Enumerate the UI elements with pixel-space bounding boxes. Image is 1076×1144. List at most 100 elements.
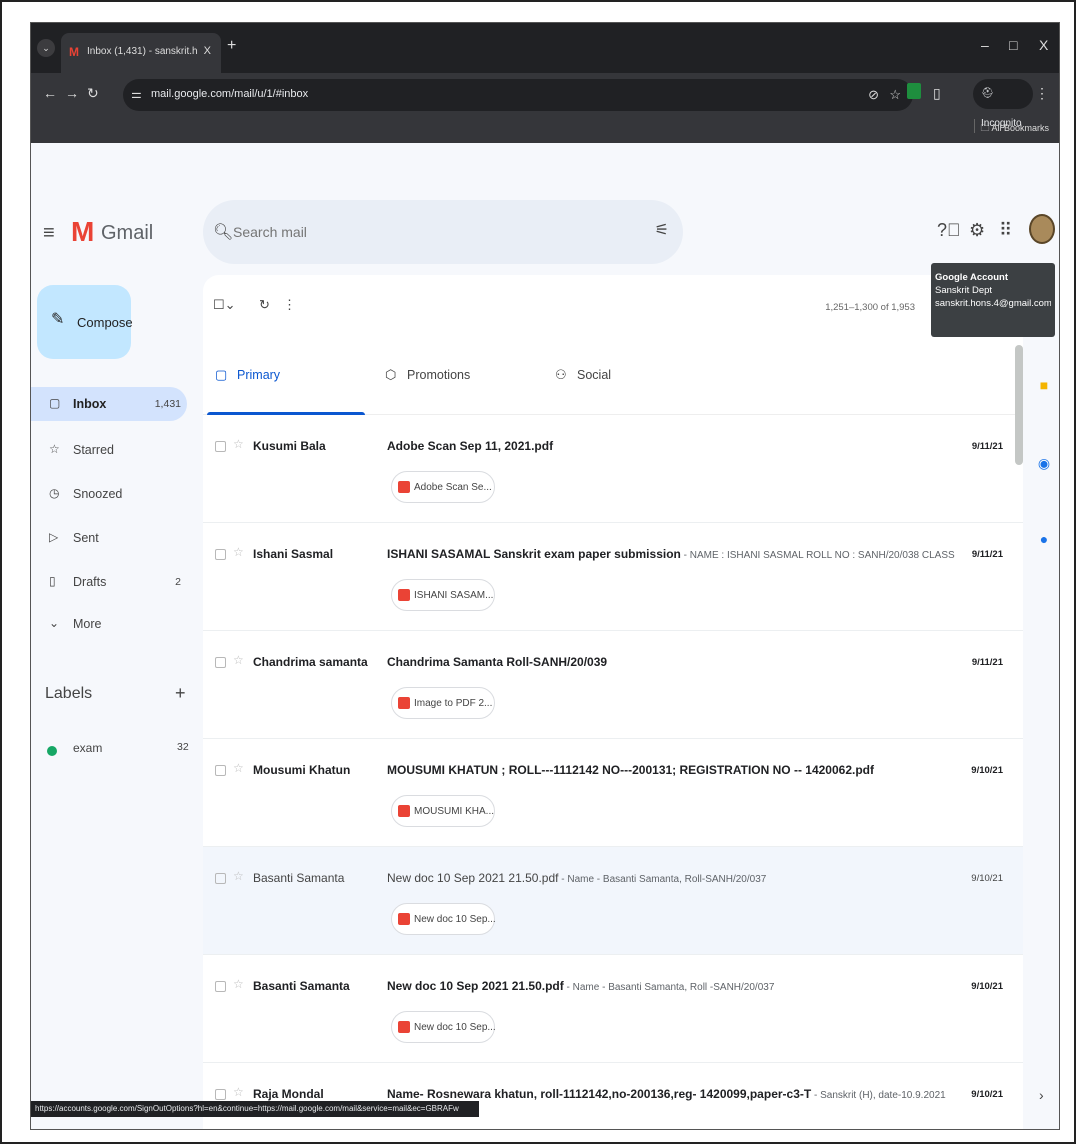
incognito-badge[interactable]: ⛑ Incognito xyxy=(973,79,1033,129)
address-bar[interactable]: ⚌ mail.google.com/mail/u/1/#inbox ⊘ ☆ xyxy=(123,79,913,111)
sender-name: Mousumi Khatun xyxy=(253,763,351,777)
new-tab-button[interactable]: + xyxy=(227,37,236,55)
tab-search-icon[interactable]: ⌄ xyxy=(37,39,55,57)
row-checkbox[interactable] xyxy=(215,1089,226,1100)
star-icon[interactable]: ☆ xyxy=(233,977,244,991)
table-row[interactable]: ☆ Basanti Samanta New doc 10 Sep 2021 21.5… xyxy=(203,955,1023,1063)
tab-social[interactable]: ⚇ Social xyxy=(543,335,723,415)
back-icon[interactable]: ← xyxy=(43,85,57,101)
help-icon[interactable]: ?⃝ xyxy=(937,220,961,241)
sidebar-item-exam[interactable]: exam xyxy=(73,741,102,755)
draft-count: 2 xyxy=(175,576,181,588)
bookmarks-divider xyxy=(974,119,975,133)
keep-icon[interactable]: ■ xyxy=(1035,377,1053,397)
avatar[interactable] xyxy=(1029,214,1055,244)
sidebar-item-drafts[interactable]: ▯ Drafts 2 xyxy=(31,565,187,599)
search-icon[interactable]: 🔍︎ xyxy=(213,222,233,242)
date: 9/10/21 xyxy=(971,1089,1003,1100)
row-checkbox[interactable] xyxy=(215,549,226,560)
gmail-header: ≡ M Gmail 🔍︎ ⚟ ?⃝ ⚙ ⠿ xyxy=(31,186,1059,266)
tag-icon: ⬡ xyxy=(385,367,397,382)
more-options-icon[interactable]: ⋮ xyxy=(283,297,296,313)
row-checkbox[interactable] xyxy=(215,765,226,776)
message-list-panel: ☐⌄ ↻ ⋮ 1,251–1,300 of 1,953 ▢ Primary ⬡ … xyxy=(203,275,1023,1129)
forward-icon[interactable]: → xyxy=(65,85,79,101)
reload-icon[interactable]: ↻ xyxy=(87,85,99,102)
bookmark-star-icon[interactable]: ☆ xyxy=(889,87,901,103)
table-row[interactable]: ☆ Chandrima samanta Chandrima Samanta Roll… xyxy=(203,631,1023,739)
tab-bar: ⌄ M Inbox (1,431) - sanskrit.hons.4( X +… xyxy=(31,23,1059,73)
snippet: - NAME : ISHANI SASMAL ROLL NO : SANH/20… xyxy=(683,550,957,561)
pdf-icon xyxy=(398,1021,410,1033)
tasks-icon[interactable]: ◉ xyxy=(1035,455,1053,475)
star-icon[interactable]: ☆ xyxy=(233,437,244,451)
maximize-button[interactable]: □ xyxy=(1009,37,1017,53)
pdf-icon xyxy=(398,481,410,493)
sidebar-item-label: Starred xyxy=(73,443,114,457)
date: 9/10/21 xyxy=(971,765,1003,776)
attachment-chip[interactable]: New doc 10 Sep... xyxy=(391,903,496,935)
compose-button[interactable]: ✎ Compose xyxy=(37,285,133,359)
chevron-down-icon: ⌄ xyxy=(49,616,60,630)
browser-tab[interactable]: M Inbox (1,431) - sanskrit.hons.4( X xyxy=(61,33,221,73)
sidebar-item-sent[interactable]: ▷ Sent xyxy=(31,521,187,555)
apps-grid-icon[interactable]: ⠿ xyxy=(999,220,1012,241)
attachment-chip[interactable]: Adobe Scan Se... xyxy=(391,471,495,503)
tab-promotions[interactable]: ⬡ Promotions xyxy=(373,335,553,415)
table-row[interactable]: ☆ Mousumi Khatun MOUSUMI KHATUN ; ROLL---1… xyxy=(203,739,1023,847)
eye-off-icon[interactable]: ⊘ xyxy=(868,87,879,103)
minimize-button[interactable]: – xyxy=(981,37,989,53)
star-icon[interactable]: ☆ xyxy=(233,869,244,883)
date: 9/10/21 xyxy=(971,981,1003,992)
sidebar-item-snoozed[interactable]: ◷ Snoozed xyxy=(31,477,187,511)
sender-name: Kusumi Bala xyxy=(253,439,326,453)
row-checkbox[interactable] xyxy=(215,657,226,668)
site-info-icon[interactable]: ⚌ xyxy=(131,87,142,101)
all-bookmarks[interactable]: 🗀 All Bookmarks xyxy=(980,121,1049,137)
search-input[interactable] xyxy=(233,218,613,246)
expand-side-panel-icon[interactable]: › xyxy=(1039,1087,1044,1103)
attachment-chip[interactable]: ISHANI SASAM... xyxy=(391,579,495,611)
select-all-checkbox[interactable]: ☐⌄ xyxy=(213,297,236,313)
sidebar-item-inbox[interactable]: ▢ Inbox 1,431 xyxy=(31,387,187,421)
search-options-icon[interactable]: ⚟ xyxy=(655,220,669,240)
tab-close-icon[interactable]: X xyxy=(204,45,211,57)
table-row[interactable]: ☆ Raja Mondal Name- Rosnewara khatun, roll… xyxy=(203,1063,1023,1129)
attachment-name: MOUSUMI KHA... xyxy=(414,806,495,817)
tab-title: Inbox (1,431) - sanskrit.hons.4( xyxy=(87,46,197,57)
table-row[interactable]: ☆ Kusumi Bala Adobe Scan Sep 11, 2021.pdf 9… xyxy=(203,415,1023,523)
row-checkbox[interactable] xyxy=(215,981,226,992)
attachment-name: Image to PDF 2... xyxy=(414,698,493,709)
star-icon[interactable]: ☆ xyxy=(233,545,244,559)
row-checkbox[interactable] xyxy=(215,873,226,884)
scrollbar[interactable] xyxy=(1015,345,1023,465)
settings-gear-icon[interactable]: ⚙ xyxy=(969,220,985,241)
table-row[interactable]: ☆ Basanti Samanta New doc 10 Sep 2021 21.5… xyxy=(203,847,1023,955)
close-window-button[interactable]: X xyxy=(1039,37,1048,53)
star-icon[interactable]: ☆ xyxy=(233,653,244,667)
refresh-icon[interactable]: ↻ xyxy=(259,297,270,313)
row-checkbox[interactable] xyxy=(215,441,226,452)
sidebar-item-starred[interactable]: ☆ Starred xyxy=(31,433,187,467)
message-preview: MOUSUMI KHATUN ; ROLL---1112142 NO---200… xyxy=(387,763,957,777)
table-row[interactable]: ☆ Ishani Sasmal ISHANI SASAMAL Sanskrit ex… xyxy=(203,523,1023,631)
unread-count: 1,431 xyxy=(154,398,181,410)
attachment-chip[interactable]: Image to PDF 2... xyxy=(391,687,495,719)
star-icon[interactable]: ☆ xyxy=(233,1085,244,1099)
extension-icon[interactable] xyxy=(907,83,921,99)
create-label-button[interactable]: + xyxy=(175,683,186,704)
main-menu-icon[interactable]: ≡ xyxy=(43,222,55,245)
sidebar-item-more[interactable]: ⌄ More xyxy=(31,607,187,641)
attachment-chip[interactable]: MOUSUMI KHA... xyxy=(391,795,495,827)
attachment-chip[interactable]: New doc 10 Sep... xyxy=(391,1011,496,1043)
star-icon[interactable]: ☆ xyxy=(233,761,244,775)
tab-primary[interactable]: ▢ Primary xyxy=(203,335,383,415)
extensions-icon[interactable]: ▯ xyxy=(933,85,941,102)
search-bar: 🔍︎ ⚟ xyxy=(203,200,683,264)
gmail-wordmark[interactable]: Gmail xyxy=(101,222,153,245)
chrome-menu-icon[interactable]: ⋮ xyxy=(1035,85,1049,102)
pencil-icon: ✎ xyxy=(51,311,65,328)
folder-icon: 🗀 xyxy=(980,123,992,133)
contacts-icon[interactable]: ● xyxy=(1035,531,1053,551)
gmail-logo-icon[interactable]: M xyxy=(71,216,94,248)
